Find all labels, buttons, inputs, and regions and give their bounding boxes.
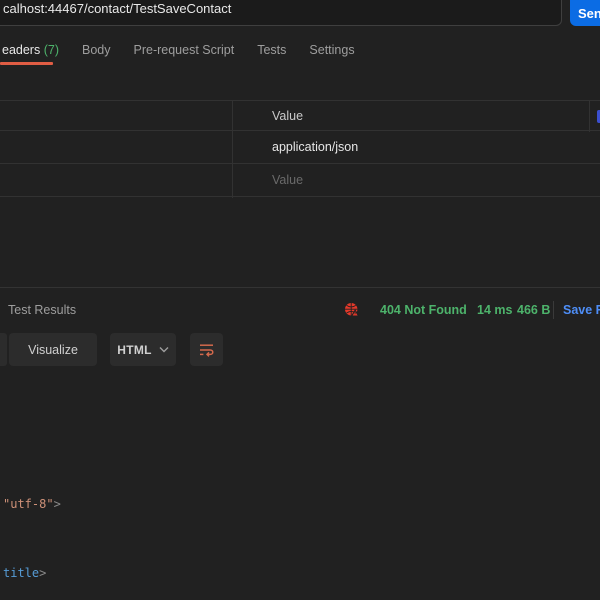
response-view-controls: Visualize HTML (0, 333, 600, 366)
column-divider (589, 101, 590, 132)
response-meta-bar: Test Results 404 Not Found 14 ms 466 B S… (0, 288, 600, 324)
vertical-divider (553, 301, 554, 319)
visualize-button[interactable]: Visualize (9, 333, 97, 366)
response-body-code[interactable]: "utf-8"> title> T /contact/TestSaveConta… (3, 447, 593, 600)
code-line: title> (3, 562, 593, 585)
view-mode-segment-cut[interactable] (0, 333, 7, 366)
send-button[interactable]: Send (570, 0, 600, 26)
tab-test-results[interactable]: Test Results (8, 303, 76, 317)
table-header-row: Value (0, 100, 600, 131)
code-line: "utf-8"> (3, 493, 593, 516)
save-response-button[interactable]: Save Response (563, 303, 600, 317)
wrap-text-icon (198, 341, 215, 358)
code-punctuation: > (39, 566, 46, 580)
new-header-value-input[interactable] (272, 168, 512, 192)
request-tabs: eaders (7) Body Pre-request Script Tests… (2, 43, 355, 57)
chevron-down-icon (159, 346, 169, 353)
tab-headers[interactable]: eaders (7) (2, 43, 59, 57)
tab-settings[interactable]: Settings (309, 43, 354, 57)
tab-pre-request-script[interactable]: Pre-request Script (134, 43, 235, 57)
tab-tests[interactable]: Tests (257, 43, 286, 57)
table-row[interactable]: application/json (0, 131, 600, 164)
globe-error-icon[interactable] (344, 302, 360, 318)
headers-count-badge: (7) (44, 43, 59, 57)
format-dropdown[interactable]: HTML (110, 333, 176, 366)
wrap-text-button[interactable] (190, 333, 223, 366)
code-punctuation: > (54, 497, 61, 511)
value-column-header: Value (272, 109, 303, 123)
response-size[interactable]: 466 B (517, 303, 550, 317)
response-time[interactable]: 14 ms (477, 303, 512, 317)
postman-window: Send eaders (7) Body Pre-request Script … (0, 0, 600, 600)
key-value-column-divider (232, 100, 233, 198)
header-value-cell[interactable]: application/json (272, 140, 358, 154)
code-tag: title (3, 566, 39, 580)
format-dropdown-value: HTML (117, 343, 152, 357)
tab-headers-label: eaders (2, 43, 40, 57)
headers-table: Value application/json (0, 100, 600, 197)
table-row[interactable] (0, 164, 600, 197)
active-tab-underline (0, 62, 53, 65)
status-badge[interactable]: 404 Not Found (380, 303, 467, 317)
tab-body[interactable]: Body (82, 43, 111, 57)
code-string: "utf-8" (3, 497, 54, 511)
url-input[interactable] (0, 0, 562, 26)
